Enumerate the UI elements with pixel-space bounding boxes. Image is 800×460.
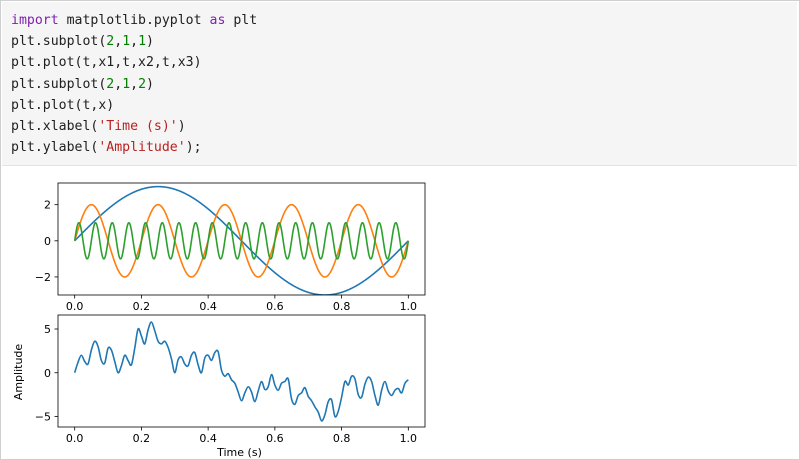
code-token: 1: [122, 76, 131, 92]
code-editor[interactable]: import matplotlib.pyplot as plt plt.subp…: [11, 10, 257, 158]
code-token: 'Amplitude': [98, 140, 186, 156]
x-tick-label: 0.8: [333, 300, 351, 313]
code-line: plt.xlabel('Time (s)'): [11, 119, 186, 134]
x-tick-label: 0.2: [133, 300, 151, 313]
code-token: 1: [138, 34, 147, 50]
code-token: ): [146, 34, 154, 50]
code-token: 2: [138, 76, 147, 92]
figure: 0.0 0.2 0.4 0.6 0.8 1.0 2 0 −2 0.0 0.2 0.4 0.6 0.8 1.0…: [12, 182, 426, 458]
code-token: ): [146, 76, 154, 92]
x-axis-label: Time (s): [216, 446, 262, 458]
code-line: plt.subplot(2,1,1): [11, 34, 154, 49]
code-token: plt.subplot(: [11, 34, 107, 50]
code-line: plt.subplot(2,1,2): [11, 77, 154, 92]
code-token: as: [209, 13, 226, 28]
x-tick-label: 0.6: [266, 432, 284, 445]
y-tick-label: −2: [35, 271, 51, 284]
x-tick-label: 0.8: [333, 432, 351, 445]
x-tick-label: 0.4: [199, 300, 217, 313]
code-token: ,: [130, 34, 139, 50]
code-token: import: [11, 13, 59, 28]
y-tick-label: 0: [44, 235, 51, 248]
y-tick-label: 5: [44, 323, 51, 336]
code-token: );: [185, 140, 202, 156]
x-tick-label: 0.0: [66, 432, 84, 445]
x-tick-label: 0.4: [199, 432, 217, 445]
x-tick-label: 0.2: [133, 432, 151, 445]
x-tick-label: 0.0: [66, 300, 84, 313]
code-token: ,: [130, 76, 139, 92]
code-token: ): [177, 119, 186, 135]
code-token: plt.ylabel(: [11, 140, 99, 156]
y-tick-label: 0: [44, 367, 51, 380]
code-line: plt.plot(t,x): [11, 98, 114, 113]
y-tick-label: 2: [44, 199, 51, 212]
output-area: 0.0 0.2 0.4 0.6 0.8 1.0 2 0 −2 0.0 0.2 0.4 0.6 0.8 1.0…: [2, 166, 797, 458]
axes-frame: [57, 314, 426, 428]
code-line: plt.plot(t,x1,t,x2,t,x3): [11, 55, 202, 70]
x-tick-label: 0.6: [266, 300, 284, 313]
y-tick-label: −5: [35, 411, 51, 424]
code-line: plt.ylabel('Amplitude');: [11, 140, 202, 155]
code-token: 1: [122, 34, 131, 50]
code-line: import matplotlib.pyplot as plt: [11, 13, 257, 28]
code-cell[interactable]: import matplotlib.pyplot as plt plt.subp…: [2, 2, 797, 166]
code-token: plt.plot(t,x): [11, 97, 115, 113]
code-token: 'Time (s)': [98, 119, 178, 135]
code-token: plt.xlabel(: [11, 119, 99, 135]
series-blue-line: [73, 321, 409, 422]
series-green-line: [73, 221, 410, 260]
code-token: plt: [225, 13, 258, 28]
y-axis-label: Amplitude: [12, 344, 25, 401]
code-token: ,: [114, 76, 123, 92]
code-token: matplotlib.pyplot: [58, 13, 210, 28]
code-token: plt.subplot(: [11, 76, 107, 92]
code-token: plt.plot(t,x1,t,x2,t,x3): [11, 55, 202, 71]
code-token: ,: [114, 34, 123, 50]
x-tick-label: 1.0: [400, 432, 418, 445]
x-tick-label: 1.0: [400, 300, 418, 313]
